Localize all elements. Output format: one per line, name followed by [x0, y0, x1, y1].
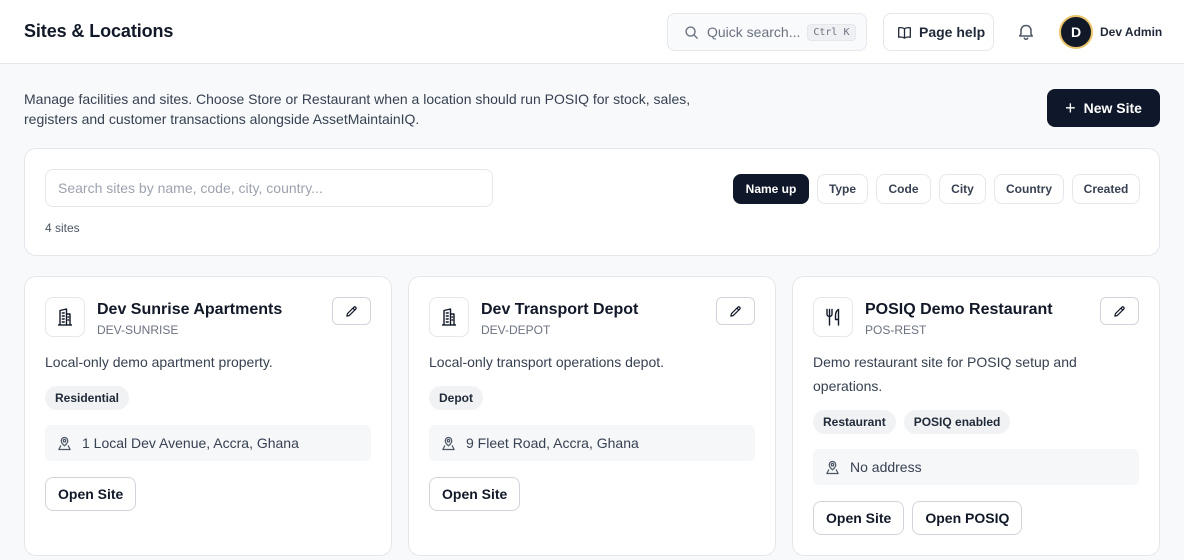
site-name: Dev Transport Depot — [481, 301, 639, 318]
site-description: Demo restaurant site for POSIQ setup and… — [813, 354, 1077, 394]
sort-code-button[interactable]: Code — [876, 174, 931, 204]
site-count: 4 sites — [45, 221, 80, 235]
site-card: Dev Transport Depot DEV-DEPOT Local-only… — [408, 276, 776, 556]
page-description: Manage facilities and sites. Choose Stor… — [24, 91, 691, 127]
location-pin-icon — [826, 460, 839, 474]
tag-list: Restaurant POSIQ enabled — [813, 410, 1011, 434]
bell-icon[interactable] — [1016, 22, 1036, 42]
type-badge: Residential — [45, 386, 130, 410]
address-text: No address — [850, 459, 922, 475]
type-badge: Depot — [429, 386, 483, 410]
edit-site-button[interactable] — [332, 297, 371, 325]
filter-panel: Name up Type Code City Country Created 4… — [24, 148, 1160, 256]
sort-type-button[interactable]: Type — [817, 174, 868, 204]
site-card: POSIQ Demo Restaurant POS-REST Demo rest… — [792, 276, 1160, 556]
address-text: 9 Fleet Road, Accra, Ghana — [466, 435, 639, 451]
building-icon — [442, 308, 456, 326]
building-icon — [58, 308, 72, 326]
shortcut-hint: Ctrl K — [807, 23, 856, 41]
open-posiq-button[interactable]: Open POSIQ — [912, 501, 1023, 535]
site-description: Local-only transport operations depot. — [429, 354, 665, 370]
avatar-initial: D — [1070, 24, 1082, 40]
quick-search-button[interactable]: Quick search... Ctrl K — [667, 13, 867, 51]
utensils-icon — [826, 308, 840, 326]
search-icon — [685, 25, 698, 39]
location-pin-icon — [442, 436, 455, 450]
user-name[interactable]: Dev Admin — [1100, 25, 1162, 39]
edit-site-button[interactable] — [1100, 297, 1139, 325]
open-site-button[interactable]: Open Site — [45, 477, 137, 511]
open-site-button[interactable]: Open Site — [813, 501, 905, 535]
plus-icon: + — [1065, 98, 1076, 118]
sort-country-button[interactable]: Country — [994, 174, 1064, 204]
top-bar: Sites & Locations Quick search... Ctrl K… — [0, 0, 1184, 64]
site-code: DEV-SUNRISE — [97, 323, 179, 337]
pencil-icon — [1114, 305, 1125, 317]
tag-list: Depot — [429, 386, 483, 410]
open-site-button[interactable]: Open Site — [429, 477, 521, 511]
posiq-badge: POSIQ enabled — [903, 410, 1011, 434]
edit-site-button[interactable] — [716, 297, 755, 325]
address-text: 1 Local Dev Avenue, Accra, Ghana — [82, 435, 299, 451]
site-search-input[interactable] — [45, 169, 493, 207]
site-description: Local-only demo apartment property. — [45, 354, 273, 370]
type-badge: Restaurant — [813, 410, 896, 434]
tag-list: Residential — [45, 386, 130, 410]
site-name: POSIQ Demo Restaurant — [865, 301, 1053, 318]
page-title: Sites & Locations — [24, 21, 174, 41]
site-code: POS-REST — [865, 323, 927, 337]
sort-created-button[interactable]: Created — [1072, 174, 1140, 204]
book-icon — [898, 26, 911, 39]
page-help-button[interactable]: Page help — [883, 13, 994, 51]
quick-search-label: Quick search... — [707, 24, 801, 40]
page-help-label: Page help — [919, 24, 986, 40]
site-address: 9 Fleet Road, Accra, Ghana — [429, 425, 755, 461]
card-actions: Open Site — [45, 477, 137, 511]
avatar[interactable]: D — [1059, 15, 1093, 49]
new-site-button[interactable]: + New Site — [1047, 89, 1160, 127]
site-name: Dev Sunrise Apartments — [97, 301, 283, 318]
pencil-icon — [730, 305, 741, 317]
site-address: 1 Local Dev Avenue, Accra, Ghana — [45, 425, 371, 461]
card-actions: Open Site — [429, 477, 521, 511]
site-address: No address — [813, 449, 1139, 485]
card-actions: Open Site Open POSIQ — [813, 501, 1023, 535]
sort-city-button[interactable]: City — [939, 174, 986, 204]
location-pin-icon — [58, 436, 71, 450]
new-site-label: New Site — [1083, 100, 1142, 116]
pencil-icon — [346, 305, 357, 317]
site-code: DEV-DEPOT — [481, 323, 551, 337]
site-card: Dev Sunrise Apartments DEV-SUNRISE Local… — [24, 276, 392, 556]
sort-name-up-button[interactable]: Name up — [733, 174, 809, 204]
